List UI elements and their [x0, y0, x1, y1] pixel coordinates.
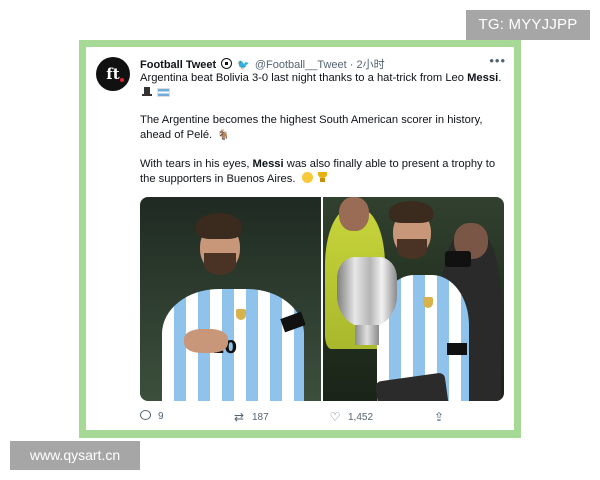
- captain-armband-right: [447, 343, 467, 355]
- tweet-paragraph-2: The Argentine becomes the highest South …: [140, 113, 504, 143]
- tweet-media[interactable]: 10: [140, 197, 504, 401]
- author-name[interactable]: Football Tweet: [140, 59, 216, 71]
- copa-america-trophy: [337, 257, 450, 401]
- smile-emoji-icon: [301, 172, 313, 183]
- crest-left: [236, 309, 246, 320]
- p2-text: The Argentine becomes the highest South …: [140, 114, 483, 141]
- retweet-button[interactable]: ⇄ 187: [232, 408, 269, 426]
- beard-left: [204, 253, 236, 275]
- photo-messi-with-trophy[interactable]: [323, 197, 504, 401]
- reply-count: 9: [158, 411, 164, 422]
- p1-bold: Messi: [467, 72, 499, 84]
- p1-end: .: [498, 72, 502, 84]
- reply-icon: [140, 410, 151, 420]
- watermark-bottom-left: www.qysart.cn: [10, 441, 140, 470]
- reply-button[interactable]: 9: [140, 408, 164, 426]
- hair-right: [389, 201, 433, 223]
- tweet-card[interactable]: ft Football Tweet 🐦 @Football__Tweet · 2…: [86, 47, 514, 430]
- like-count: 1,452: [348, 412, 374, 423]
- share-icon: ⇪: [433, 410, 445, 424]
- heart-icon: ♡: [329, 410, 341, 424]
- tweet-paragraph-3: With tears in his eyes, Messi was also f…: [140, 157, 504, 187]
- like-button[interactable]: ♡ 1,452: [328, 408, 373, 426]
- more-options-icon[interactable]: •••: [489, 53, 506, 68]
- avatar-text: ft: [106, 65, 120, 83]
- camera-icon: [445, 251, 471, 267]
- tweet-actions: 9 ⇄ 187 ♡ 1,452 ⇪: [140, 408, 504, 426]
- soccer-ball-icon: [221, 58, 233, 69]
- beard-right: [397, 239, 427, 259]
- trophy-emoji-icon: [317, 172, 328, 183]
- p3-text: With tears in his eyes,: [140, 158, 253, 170]
- photo-messi-hand-on-chest[interactable]: 10: [140, 197, 321, 401]
- hair-left: [196, 213, 242, 239]
- avatar-dot: [120, 78, 124, 82]
- avatar[interactable]: ft: [96, 57, 130, 91]
- header-separator: ·: [349, 59, 354, 71]
- tweet-time[interactable]: 2小时: [357, 59, 385, 71]
- referee-head: [339, 197, 369, 231]
- argentina-flag-icon: [157, 88, 171, 97]
- p3-bold: Messi: [252, 158, 284, 170]
- tweet-header: Football Tweet 🐦 @Football__Tweet · 2小时: [140, 56, 500, 72]
- top-hat-icon: [142, 87, 152, 97]
- retweet-icon: ⇄: [233, 410, 245, 424]
- crest-right: [423, 297, 433, 308]
- watermark-top-right: TG: MYYJJPP: [466, 10, 590, 40]
- share-button[interactable]: ⇪: [432, 408, 452, 426]
- p1-text: Argentina beat Bolivia 3-0 last night th…: [140, 72, 468, 84]
- author-handle[interactable]: @Football__Tweet: [255, 59, 347, 71]
- trophy-stem: [355, 325, 379, 345]
- trophy-cup: [337, 257, 397, 327]
- retweet-count: 187: [252, 412, 269, 423]
- tweet-paragraph-1: Argentina beat Bolivia 3-0 last night th…: [140, 71, 504, 101]
- goat-icon: 🐐: [217, 130, 230, 141]
- hand-left: [184, 329, 228, 353]
- twitter-bird-icon: 🐦: [237, 60, 250, 71]
